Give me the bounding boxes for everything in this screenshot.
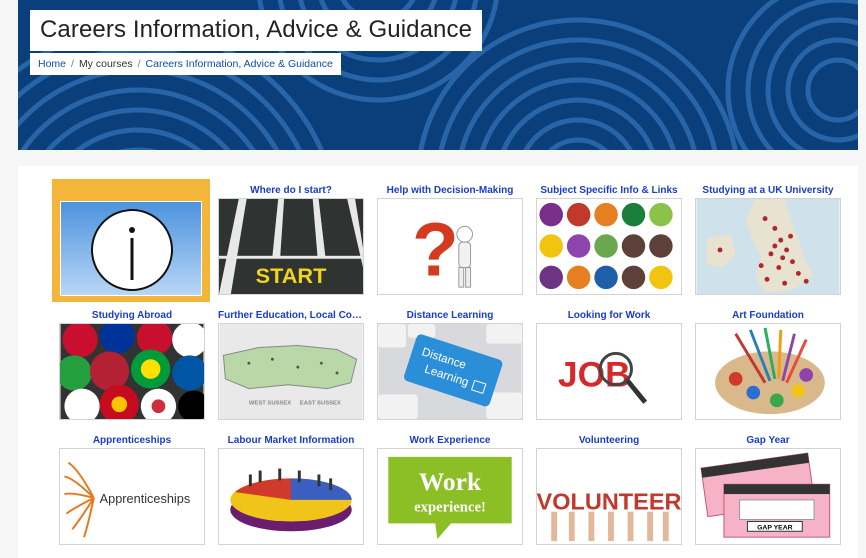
question-mark-image[interactable]: ?: [377, 198, 523, 295]
svg-text:GAP YEAR: GAP YEAR: [757, 524, 793, 531]
tile-label[interactable]: Gap Year: [695, 433, 841, 448]
uk-map-image[interactable]: [695, 198, 841, 295]
breadcrumb: Home / My courses / Careers Information, Adv…: [30, 53, 341, 75]
info-icon: [91, 209, 173, 291]
svg-text:START: START: [256, 263, 327, 288]
tile-grid: Where do I start? START Help with Decisi…: [18, 166, 858, 558]
tile-label[interactable]: Looking for Work: [536, 308, 682, 323]
tile-subject-specific[interactable]: Subject Specific Info & Links: [536, 183, 682, 295]
tile-art-foundation[interactable]: Art Foundation: [695, 308, 841, 420]
tile-volunteering[interactable]: Volunteering VOLUNTEER: [536, 433, 682, 545]
svg-text:JOB: JOB: [558, 356, 630, 395]
tile-labour-market[interactable]: Labour Market Information: [218, 433, 364, 545]
tile-label[interactable]: Apprenticeships: [59, 433, 205, 448]
tile-label[interactable]: Work Experience: [377, 433, 523, 448]
tile-label[interactable]: Where do I start?: [218, 183, 364, 198]
page-title-box: Careers Information, Advice & Guidance: [30, 10, 483, 51]
svg-text:Apprenticeships: Apprenticeships: [100, 491, 190, 506]
tile-apprenticeships[interactable]: Apprenticeships Apprenticeships: [59, 433, 205, 545]
svg-text:EAST SUSSEX: EAST SUSSEX: [300, 400, 341, 406]
subject-icons-image[interactable]: [536, 198, 682, 295]
breadcrumb-current[interactable]: Careers Information, Advice & Guidance: [146, 58, 333, 70]
course-banner: Careers Information, Advice & Guidance H…: [18, 0, 858, 150]
tile-label[interactable]: Subject Specific Info & Links: [536, 183, 682, 198]
volunteer-image[interactable]: VOLUNTEER: [536, 448, 682, 545]
pie-chart-image[interactable]: [218, 448, 364, 545]
start-road-image[interactable]: START: [218, 198, 364, 295]
page-title: Careers Information, Advice & Guidance: [40, 16, 473, 43]
info-image: [60, 201, 202, 296]
tile-label[interactable]: Distance Learning: [377, 308, 523, 323]
tile-label[interactable]: Studying at a UK University: [695, 183, 841, 198]
tile-further-education[interactable]: Further Education, Local Colleg... WEST …: [218, 308, 364, 420]
flags-image[interactable]: [59, 323, 205, 420]
keyboard-image[interactable]: Distance Learning: [377, 323, 523, 420]
svg-text:Work: Work: [419, 467, 482, 496]
tile-looking-for-work[interactable]: Looking for Work JOB: [536, 308, 682, 420]
tile-label[interactable]: Further Education, Local Colleg...: [218, 308, 364, 323]
tile-distance-learning[interactable]: Distance Learning Distance Learning: [377, 308, 523, 420]
breadcrumb-my-courses[interactable]: My courses: [79, 58, 133, 70]
work-experience-image[interactable]: Work experience!: [377, 448, 523, 545]
tile-work-experience[interactable]: Work Experience Work experience!: [377, 433, 523, 545]
svg-text:experience!: experience!: [414, 500, 486, 516]
tile-label[interactable]: Labour Market Information: [218, 433, 364, 448]
svg-text:WEST SUSSEX: WEST SUSSEX: [249, 400, 291, 406]
breadcrumb-home[interactable]: Home: [38, 58, 66, 70]
tile-label[interactable]: Art Foundation: [695, 308, 841, 323]
tile-label[interactable]: Studying Abroad: [59, 308, 205, 323]
job-magnifier-image[interactable]: JOB: [536, 323, 682, 420]
tile-label[interactable]: Volunteering: [536, 433, 682, 448]
tile-gap-year[interactable]: Gap Year GAP YEAR: [695, 433, 841, 545]
tile-where-do-i-start[interactable]: Where do I start? START: [218, 183, 364, 295]
paint-palette-image[interactable]: [695, 323, 841, 420]
info-tile[interactable]: [52, 179, 210, 302]
tile-studying-abroad[interactable]: Studying Abroad: [59, 308, 205, 420]
svg-text:VOLUNTEER: VOLUNTEER: [537, 489, 681, 515]
apprenticeships-logo-image[interactable]: Apprenticeships: [59, 448, 205, 545]
svg-text:?: ?: [412, 207, 459, 292]
tile-uk-university[interactable]: Studying at a UK University: [695, 183, 841, 295]
tile-label[interactable]: Help with Decision-Making: [377, 183, 523, 198]
sussex-map-image[interactable]: WEST SUSSEX EAST SUSSEX: [218, 323, 364, 420]
gap-year-ticket-image[interactable]: GAP YEAR: [695, 448, 841, 545]
tile-decision-making[interactable]: Help with Decision-Making ?: [377, 183, 523, 295]
